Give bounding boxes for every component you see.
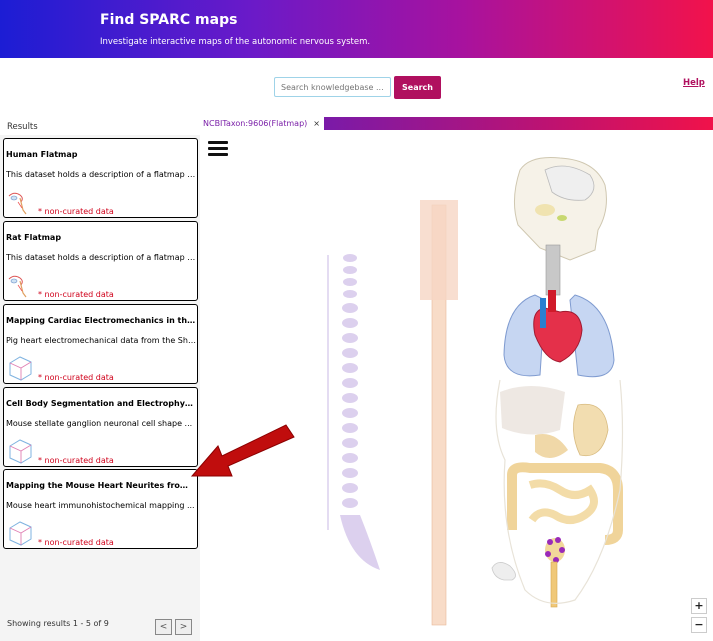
next-page-button[interactable]: > bbox=[175, 619, 192, 635]
scaffold-cube-icon[interactable] bbox=[6, 519, 34, 547]
page-subtitle: Investigate interactive maps of the auto… bbox=[100, 37, 371, 47]
anatomy-flatmap[interactable] bbox=[200, 130, 713, 630]
flatmap-icon[interactable] bbox=[6, 271, 34, 299]
head-outline bbox=[514, 157, 607, 261]
annotation-arrow-icon bbox=[190, 424, 295, 477]
non-curated-flag: * non-curated data bbox=[38, 456, 114, 465]
spinal-cord-column bbox=[420, 200, 458, 626]
result-card-description: Mouse stellate ganglion neuronal cell sh… bbox=[6, 419, 193, 428]
result-card-title[interactable]: Rat Flatmap bbox=[6, 233, 196, 242]
result-card-description: This dataset holds a description of a fl… bbox=[6, 253, 196, 262]
zoom-in-button[interactable]: + bbox=[691, 598, 707, 614]
abdominal-organs bbox=[500, 386, 609, 459]
result-card[interactable]: Rat Flatmap This dataset holds a descrip… bbox=[3, 221, 198, 301]
close-icon[interactable]: × bbox=[313, 117, 320, 130]
result-card-description: This dataset holds a description of a fl… bbox=[6, 170, 196, 179]
result-card-description: Pig heart electromechanical data from th… bbox=[6, 336, 196, 345]
result-card-title[interactable]: Human Flatmap bbox=[6, 150, 196, 159]
tab-strip bbox=[324, 117, 713, 130]
vertebrae-column bbox=[327, 254, 380, 570]
trachea bbox=[545, 244, 561, 296]
result-card[interactable]: Cell Body Segmentation and Electrophysio… bbox=[3, 387, 198, 467]
flatmap-icon[interactable] bbox=[6, 188, 34, 216]
non-curated-flag: * non-curated data bbox=[38, 538, 114, 547]
result-card-title[interactable]: Mapping Cardiac Electromechanics in the … bbox=[6, 316, 196, 325]
app-root: Find SPARC maps Investigate interactive … bbox=[0, 0, 713, 641]
search-input[interactable] bbox=[274, 77, 391, 97]
results-heading: Results bbox=[7, 122, 38, 132]
header-banner: Find SPARC maps Investigate interactive … bbox=[0, 0, 713, 58]
results-count: Showing results 1 - 5 of 9 bbox=[7, 619, 109, 628]
uterus bbox=[491, 562, 516, 581]
help-link[interactable]: Help bbox=[683, 78, 705, 88]
result-card[interactable]: Human Flatmap This dataset holds a descr… bbox=[3, 138, 198, 218]
zoom-out-button[interactable]: − bbox=[691, 617, 707, 633]
non-curated-flag: * non-curated data bbox=[38, 373, 114, 382]
non-curated-flag: * non-curated data bbox=[38, 207, 114, 216]
result-card-title[interactable]: Cell Body Segmentation and Electrophysio… bbox=[6, 399, 196, 408]
non-curated-flag: * non-curated data bbox=[38, 290, 114, 299]
page-title: Find SPARC maps bbox=[100, 12, 238, 28]
scaffold-cube-icon[interactable] bbox=[6, 354, 34, 382]
intestines bbox=[507, 462, 623, 545]
bladder[interactable] bbox=[545, 537, 565, 608]
scaffold-cube-icon[interactable] bbox=[6, 437, 34, 465]
search-button[interactable]: Search bbox=[394, 76, 441, 99]
result-card[interactable]: Mapping the Mouse Heart Neurites from Im… bbox=[3, 469, 198, 549]
result-card-title[interactable]: Mapping the Mouse Heart Neurites from Im… bbox=[6, 481, 196, 490]
result-card[interactable]: Mapping Cardiac Electromechanics in the … bbox=[3, 304, 198, 384]
tab-flatmap-label: NCBITaxon:9606(Flatmap) bbox=[203, 119, 308, 128]
menu-icon[interactable] bbox=[208, 141, 228, 157]
result-card-description: Mouse heart immunohistochemical mapping … bbox=[6, 501, 195, 510]
prev-page-button[interactable]: < bbox=[155, 619, 172, 635]
tab-flatmap[interactable]: NCBITaxon:9606(Flatmap) × bbox=[200, 117, 324, 130]
